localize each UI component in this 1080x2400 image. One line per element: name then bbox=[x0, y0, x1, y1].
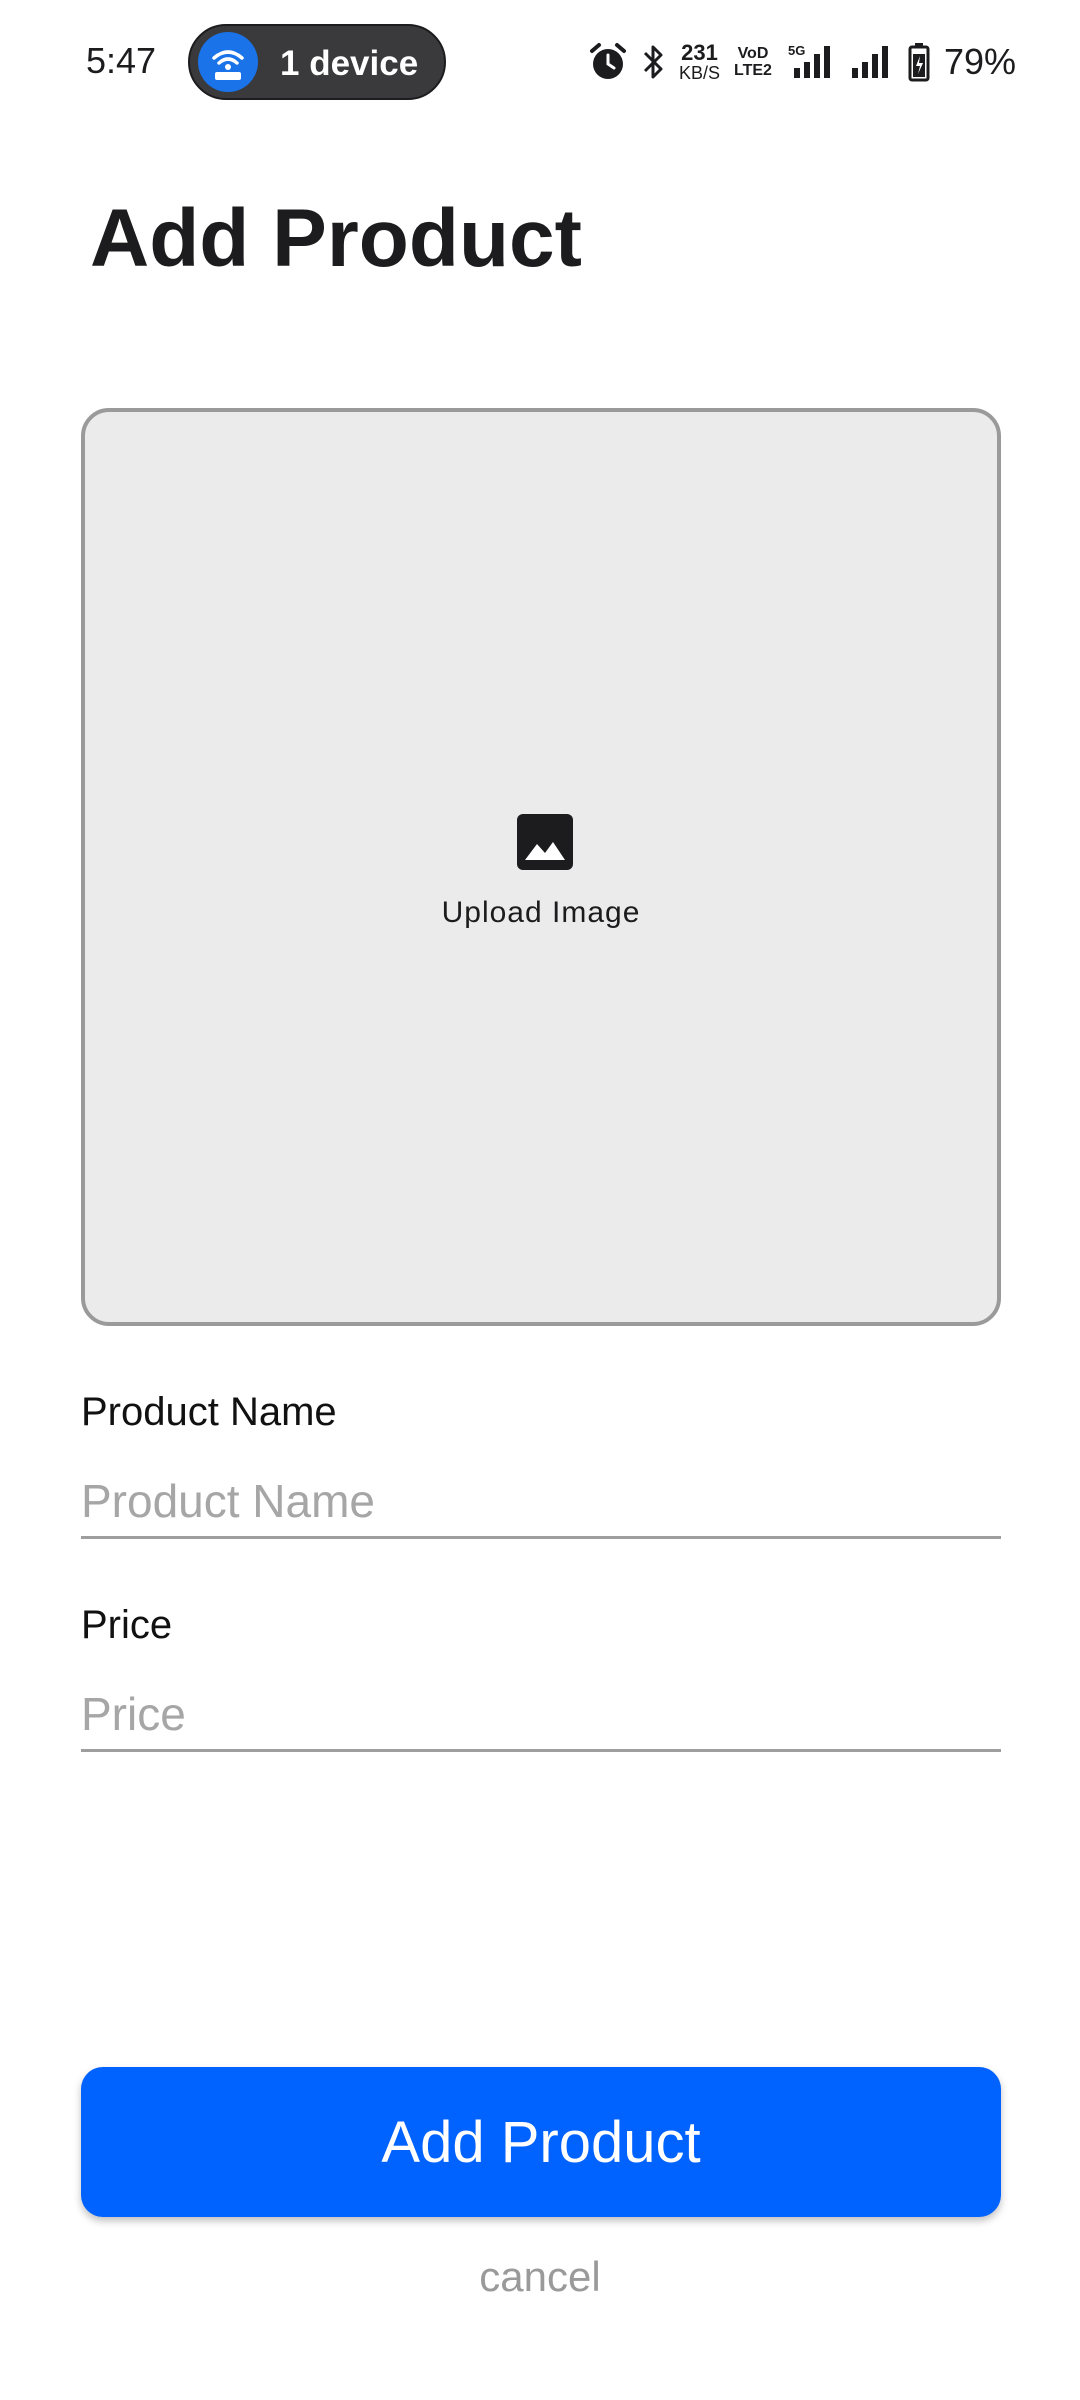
battery-percent: 79% bbox=[943, 41, 1016, 82]
image-upload-area[interactable]: Upload Image bbox=[81, 408, 1001, 1326]
volte-top: VoD bbox=[737, 45, 769, 62]
add-product-button[interactable]: Add Product bbox=[81, 2067, 1001, 2217]
product-name-label: Product Name bbox=[81, 1390, 337, 1434]
product-name-input[interactable] bbox=[81, 1466, 1001, 1539]
upload-image-label: Upload Image bbox=[441, 896, 641, 929]
device-pill[interactable]: 1 device bbox=[188, 24, 446, 100]
network-speed-value: 231 bbox=[681, 40, 718, 65]
alarm-icon bbox=[589, 42, 627, 82]
signal-5g-icon: 5G bbox=[786, 42, 836, 82]
image-icon bbox=[517, 814, 573, 870]
cancel-button[interactable]: cancel bbox=[0, 2253, 1080, 2301]
battery-icon bbox=[908, 42, 930, 82]
router-wifi-icon bbox=[198, 32, 258, 92]
network-speed: 231 KB/S bbox=[678, 40, 720, 83]
page-title: Add Product bbox=[90, 193, 582, 284]
price-input[interactable] bbox=[81, 1679, 1001, 1752]
status-bar: 5:47 1 device 231 KB/S VoD LTE2 5G 79% bbox=[0, 0, 1080, 124]
bluetooth-icon bbox=[641, 42, 665, 82]
price-label: Price bbox=[81, 1603, 173, 1647]
network-speed-unit: KB/S bbox=[678, 63, 720, 83]
status-time: 5:47 bbox=[86, 40, 157, 81]
signal-icon bbox=[850, 42, 894, 82]
volte-indicator: VoD LTE2 bbox=[734, 45, 772, 79]
volte-bottom: LTE2 bbox=[734, 62, 772, 79]
svg-text:5G: 5G bbox=[788, 43, 805, 58]
device-pill-label: 1 device bbox=[280, 44, 419, 83]
status-icons: 231 KB/S VoD LTE2 5G 79% bbox=[589, 38, 1016, 86]
